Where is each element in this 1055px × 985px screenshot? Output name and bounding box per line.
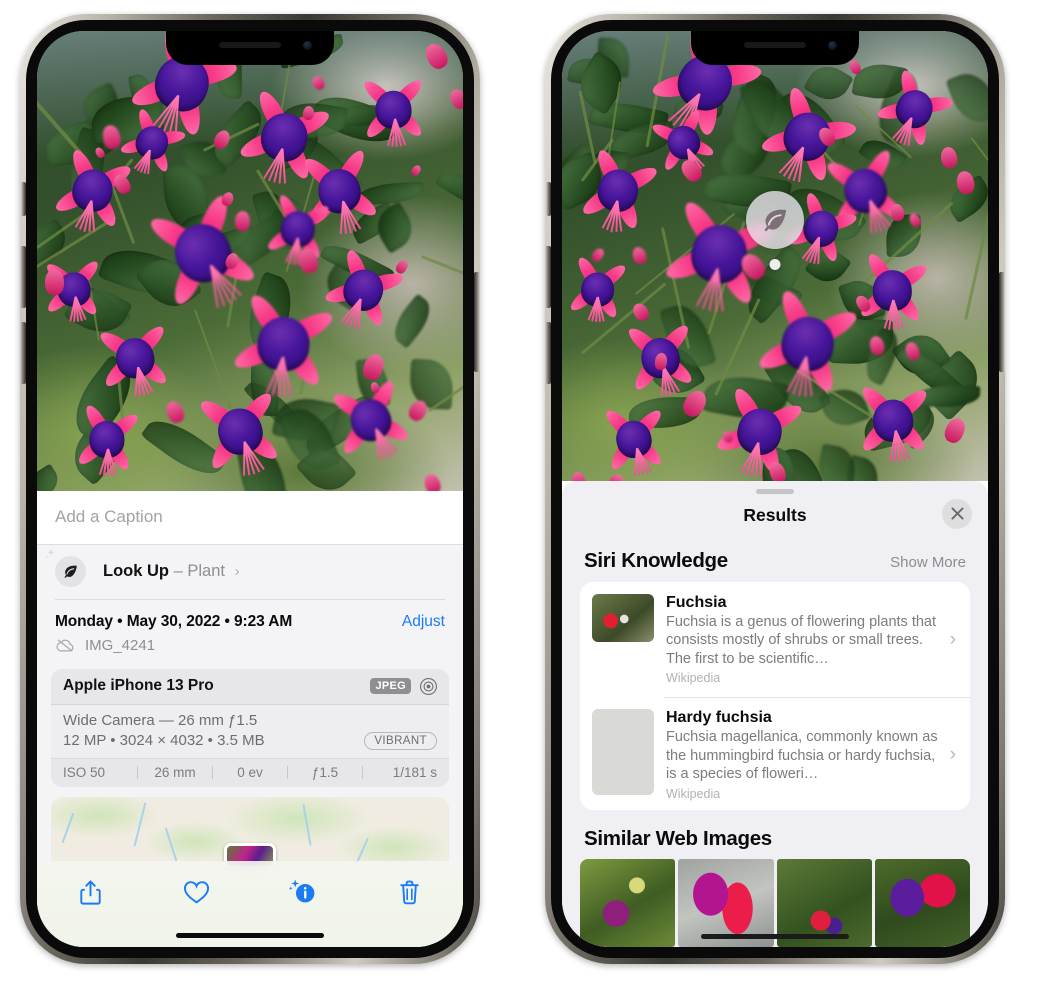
stat-ev: 0 ev xyxy=(237,764,263,780)
exif-card[interactable]: Apple iPhone 13 Pro JPEG Wide Camera — 2… xyxy=(51,668,449,787)
look-up-row[interactable]: Look Up – Plant › xyxy=(37,545,463,599)
trash-icon xyxy=(400,880,419,904)
caption-field[interactable]: Add a Caption xyxy=(37,491,463,545)
info-button[interactable] xyxy=(280,871,326,913)
stat-iso: ISO 50 xyxy=(63,764,106,780)
page-title: Results xyxy=(743,504,807,525)
list-item[interactable]: Hardy fuchsia Fuchsia magellanica, commo… xyxy=(580,697,970,810)
phone-right: Results Siri Knowledge Show More Fuchsia… xyxy=(545,14,1005,964)
cloud-slash-icon xyxy=(56,639,74,652)
look-up-title: Look Up xyxy=(103,562,169,580)
photo-filename: IMG_4241 xyxy=(85,636,156,654)
metadata-block: Monday • May 30, 2022 • 9:23 AM Adjust I… xyxy=(37,600,463,660)
look-up-anchor-dot xyxy=(769,259,781,270)
lens-info: Wide Camera — 26 mm ƒ1.5 xyxy=(63,711,258,729)
camera-device: Apple iPhone 13 Pro xyxy=(63,677,214,694)
delete-button[interactable] xyxy=(387,871,433,913)
section-title: Siri Knowledge xyxy=(584,548,728,572)
stat-focal: 26 mm xyxy=(154,764,196,780)
web-image-thumbnail[interactable] xyxy=(580,859,676,947)
location-map[interactable] xyxy=(51,796,449,869)
result-thumbnail xyxy=(592,593,654,642)
web-image-thumbnail[interactable] xyxy=(874,859,970,947)
adjust-button[interactable]: Adjust xyxy=(402,613,445,631)
phone-screen-right: Results Siri Knowledge Show More Fuchsia… xyxy=(562,31,988,947)
result-thumbnail xyxy=(592,709,654,796)
close-button[interactable] xyxy=(942,498,972,529)
result-title: Hardy fuchsia xyxy=(666,709,772,727)
share-icon xyxy=(80,879,101,905)
close-icon xyxy=(951,507,963,520)
photo-toolbar xyxy=(37,861,463,947)
leaf-glyph xyxy=(64,565,77,578)
look-up-dash: – xyxy=(173,562,183,580)
result-description: Fuchsia magellanica, commonly known as t… xyxy=(666,729,938,783)
stat-aperture: ƒ1.5 xyxy=(311,764,339,780)
exif-stats-row: ISO 50 26 mm 0 ev ƒ1.5 1/181 s xyxy=(51,757,449,787)
results-sheet: Results Siri Knowledge Show More Fuchsia… xyxy=(562,481,988,947)
chevron-right-icon: › xyxy=(949,744,956,766)
notch xyxy=(166,31,334,65)
earpiece-speaker xyxy=(744,42,806,48)
phone-left: Add a Caption Look Up – Plant › Monday •… xyxy=(20,14,480,964)
aperture-icon xyxy=(420,677,437,695)
leaf-icon xyxy=(45,548,86,587)
knowledge-card-list: Fuchsia Fuchsia is a genus of flowering … xyxy=(580,581,970,810)
result-source: Wikipedia xyxy=(666,671,721,686)
photo-viewer[interactable] xyxy=(37,31,463,491)
file-size-info: 12 MP • 3024 × 4032 • 3.5 MB xyxy=(63,732,265,749)
format-badge: JPEG xyxy=(370,678,411,694)
exif-body: Wide Camera — 26 mm ƒ1.5 12 MP • 3024 × … xyxy=(51,704,449,758)
phone-screen-left: Add a Caption Look Up – Plant › Monday •… xyxy=(37,31,463,947)
front-camera xyxy=(303,41,312,50)
look-up-subject: Plant xyxy=(187,562,225,580)
info-sparkle-icon xyxy=(289,879,315,903)
leaf-icon xyxy=(764,209,787,232)
exif-header: Apple iPhone 13 Pro JPEG xyxy=(51,669,449,705)
share-button[interactable] xyxy=(67,871,113,913)
photo-viewer[interactable] xyxy=(562,31,988,481)
front-camera xyxy=(828,41,837,50)
stat-shutter: 1/181 s xyxy=(392,764,437,780)
look-up-label: Look Up – Plant › xyxy=(103,562,240,581)
home-indicator[interactable] xyxy=(176,933,324,938)
earpiece-speaker xyxy=(219,42,281,48)
photo-date: Monday • May 30, 2022 • 9:23 AM xyxy=(55,612,293,630)
results-header: Results xyxy=(562,494,988,539)
favorite-button[interactable] xyxy=(174,871,220,913)
list-item[interactable]: Fuchsia Fuchsia is a genus of flowering … xyxy=(580,582,970,698)
chevron-right-icon: › xyxy=(234,563,240,580)
photographic-style-badge: VIBRANT xyxy=(364,731,437,750)
show-more-button[interactable]: Show More xyxy=(890,554,966,571)
power-button[interactable] xyxy=(474,272,480,372)
notch xyxy=(691,31,859,65)
heart-icon xyxy=(184,880,210,903)
similar-web-images-header: Similar Web Images xyxy=(562,810,988,859)
look-up-badge[interactable] xyxy=(746,191,804,249)
home-indicator[interactable] xyxy=(701,934,849,939)
sparkles-icon xyxy=(45,548,55,559)
section-title: Similar Web Images xyxy=(584,827,772,850)
power-button[interactable] xyxy=(999,272,1005,372)
siri-knowledge-header: Siri Knowledge Show More xyxy=(562,539,988,582)
chevron-right-icon: › xyxy=(949,628,956,650)
result-description: Fuchsia is a genus of flowering plants t… xyxy=(666,613,937,667)
result-title: Fuchsia xyxy=(666,593,727,611)
result-source: Wikipedia xyxy=(666,786,721,801)
